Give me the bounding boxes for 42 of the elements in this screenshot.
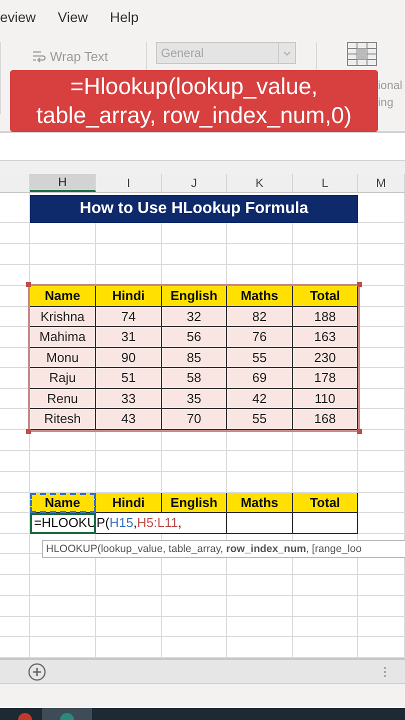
column-heading: Maths <box>227 492 293 513</box>
column-heading: Name <box>30 286 96 306</box>
table-cell: 76 <box>227 327 293 348</box>
table-cell: 55 <box>227 348 293 368</box>
table-cell: 178 <box>293 368 358 388</box>
table-cell: 163 <box>293 327 358 348</box>
table-cell: Krishna <box>30 306 96 327</box>
table-cell: 85 <box>162 348 227 368</box>
column-heading: Total <box>293 286 358 306</box>
column-heading: English <box>162 286 227 306</box>
table-cell: Ritesh <box>30 409 96 430</box>
table-cell: 43 <box>96 409 162 430</box>
table-cell: 82 <box>227 306 293 327</box>
table-cell: 58 <box>162 368 227 388</box>
table-cell: 33 <box>96 388 162 409</box>
table-cell: 230 <box>293 348 358 368</box>
table-cell: 188 <box>293 306 358 327</box>
column-heading: English <box>162 492 227 513</box>
table-cell: Raju <box>30 368 96 388</box>
column-heading: Hindi <box>96 492 162 513</box>
table-cell: 70 <box>162 409 227 430</box>
function-tooltip: HLOOKUP(lookup_value, table_array, row_index_num, [range_loo <box>42 540 405 558</box>
table-cell: 42 <box>227 388 293 409</box>
sheet-title: How to Use HLookup Formula <box>30 195 358 223</box>
table-cell: 90 <box>96 348 162 368</box>
table-cell: 168 <box>293 409 358 430</box>
table-cell: 110 <box>293 388 358 409</box>
table-cell: Monu <box>30 348 96 368</box>
column-heading: Total <box>293 492 358 513</box>
column-heading: Hindi <box>96 286 162 306</box>
table-cell: Mahima <box>30 327 96 348</box>
table-cell: 51 <box>96 368 162 388</box>
table-cell: Renu <box>30 388 96 409</box>
table-cell: 55 <box>227 409 293 430</box>
table-cell: 74 <box>96 306 162 327</box>
table-cell: 69 <box>227 368 293 388</box>
table-cell: 56 <box>162 327 227 348</box>
table-cell: 32 <box>162 306 227 327</box>
table-cell: 35 <box>162 388 227 409</box>
formula-banner: =Hlookup(lookup_value, table_array, row_index_num,0) <box>10 70 378 132</box>
column-heading: Maths <box>227 286 293 306</box>
table-cell: 31 <box>96 327 162 348</box>
